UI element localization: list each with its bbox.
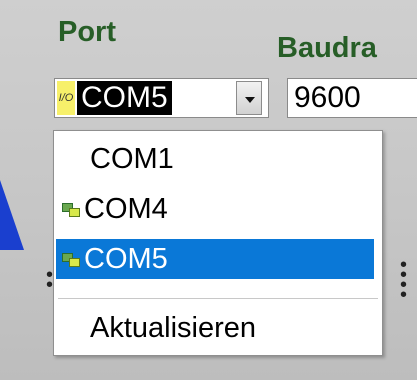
dropdown-item-label: COM1 (90, 142, 174, 175)
dropdown-item-com1[interactable]: COM1 (56, 139, 374, 179)
port-combobox[interactable]: I/O COM5 (54, 78, 269, 118)
baudrate-field[interactable]: 9600 (287, 78, 417, 118)
baudrate-label: Baudra (277, 32, 377, 64)
port-selected-value[interactable]: COM5 (77, 81, 172, 115)
dropdown-item-com4[interactable]: COM4 (56, 189, 374, 229)
serial-port-icon (62, 252, 80, 267)
background-decoration (0, 180, 24, 250)
dropdown-item-com5[interactable]: COM5 (56, 239, 374, 279)
front-panel: • • • • • • Port Baudra I/O COM5 9600 COM1 C… (0, 0, 417, 380)
background-dots-left: • • (46, 264, 54, 296)
background-dots: • • • • (400, 254, 408, 306)
dropdown-item-label: COM4 (84, 192, 168, 225)
dropdown-separator (58, 298, 378, 299)
port-label: Port (58, 16, 116, 48)
chevron-down-icon[interactable] (236, 81, 262, 115)
io-tag-icon: I/O (57, 81, 75, 115)
refresh-label: Aktualisieren (90, 311, 257, 344)
dropdown-item-label: COM5 (84, 242, 168, 275)
serial-port-icon (62, 202, 80, 217)
dropdown-item-refresh[interactable]: Aktualisieren (56, 308, 374, 348)
port-dropdown-list[interactable]: COM1 COM4 COM5 Aktualisieren (53, 130, 383, 356)
